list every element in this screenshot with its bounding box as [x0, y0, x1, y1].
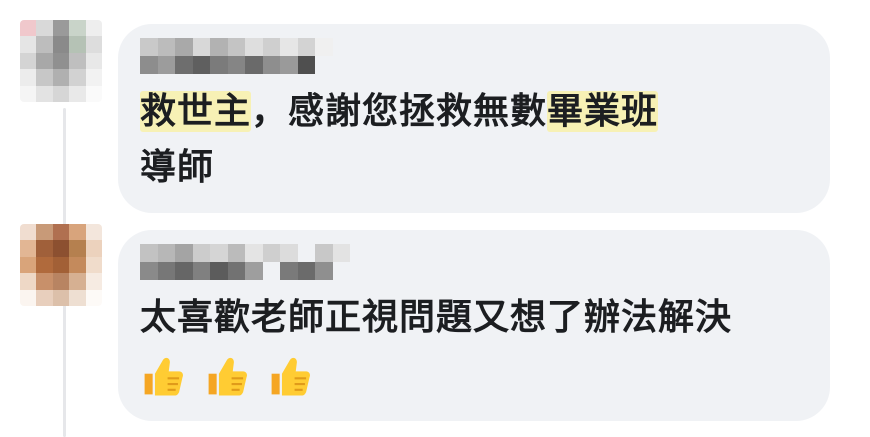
author-name-blurred[interactable]	[140, 244, 350, 280]
thumbs-up-icon	[144, 357, 183, 396]
thumbs-up-icon	[208, 357, 247, 396]
highlighted-keyword: 畢業班	[547, 91, 659, 132]
comment-text-segment: 導師	[140, 147, 215, 188]
comment-text-segment: ，感謝您拯救無數	[251, 91, 548, 132]
comment-bubble: 太喜歡老師正視問題又想了辦法解決	[118, 230, 830, 421]
highlighted-keyword: 救世主	[140, 91, 252, 132]
author-name-blurred[interactable]	[140, 38, 350, 74]
avatar[interactable]	[20, 20, 102, 102]
comment-text: 太喜歡老師正視問題又想了辦法解決	[140, 290, 810, 403]
comment-bubble: 救世主，感謝您拯救無數畢業班導師	[118, 24, 830, 213]
avatar[interactable]	[20, 224, 102, 306]
comment-text-segment: 太喜歡老師正視問題又想了辦法解決	[140, 297, 733, 338]
emoji-group	[140, 347, 317, 403]
thumbs-up-icon	[271, 357, 311, 396]
comment-text: 救世主，感謝您拯救無數畢業班導師	[140, 84, 810, 196]
